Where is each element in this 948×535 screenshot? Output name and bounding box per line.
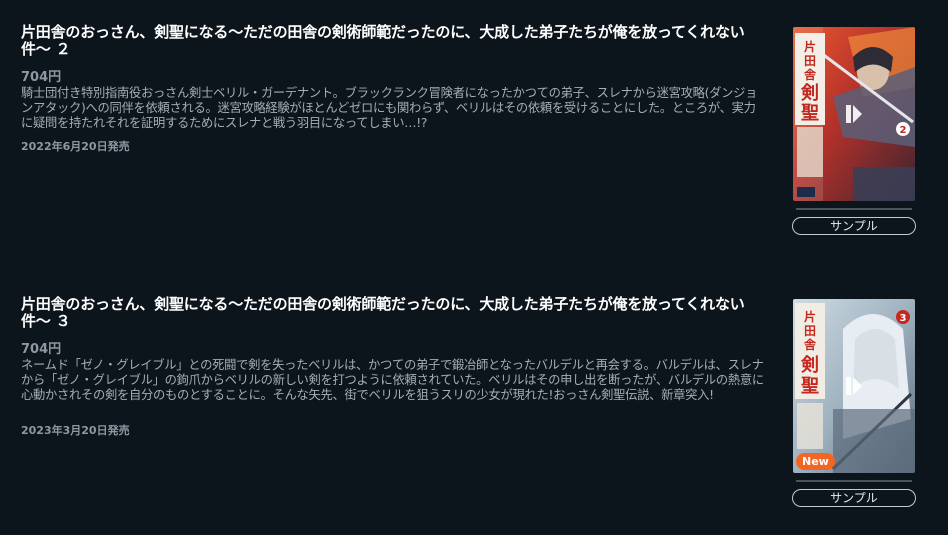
svg-text:片: 片: [804, 309, 816, 324]
play-pause-icon: [846, 377, 862, 395]
svg-text:舎: 舎: [804, 337, 817, 352]
divider: [796, 208, 912, 210]
new-badge: New: [796, 453, 835, 470]
svg-text:2: 2: [900, 125, 907, 136]
book-list: 片田舎のおっさん、剣聖になる～ただの田舎の剣術師範だったのに、大成した弟子たちが…: [0, 0, 948, 535]
book-price: 704円: [21, 342, 62, 357]
sample-button[interactable]: サンプル: [792, 489, 916, 507]
svg-text:剣: 剣: [800, 355, 819, 376]
sample-button[interactable]: サンプル: [792, 217, 916, 235]
book-description: 騎士団付き特別指南役おっさん剣士ベリル・ガーデナント。ブラックランク冒険者になっ…: [21, 86, 758, 130]
divider: [796, 480, 912, 482]
release-date: 2022年6月20日発売: [21, 140, 130, 153]
release-date: 2023年3月20日発売: [21, 424, 130, 437]
svg-text:聖: 聖: [801, 103, 819, 124]
svg-text:剣: 剣: [800, 83, 819, 104]
book-price: 704円: [21, 70, 62, 85]
svg-text:舎: 舎: [804, 67, 817, 82]
svg-text:聖: 聖: [801, 376, 819, 397]
book-title[interactable]: 片田舎のおっさん、剣聖になる～ただの田舎の剣術師範だったのに、大成した弟子たちが…: [21, 24, 751, 58]
svg-text:田: 田: [804, 324, 816, 338]
svg-text:田: 田: [804, 54, 816, 68]
play-pause-icon: [846, 105, 862, 123]
book-cover[interactable]: 片 田 舎 剣 聖 2: [793, 27, 915, 201]
svg-text:片: 片: [804, 39, 816, 54]
book-title[interactable]: 片田舎のおっさん、剣聖になる～ただの田舎の剣術師範だったのに、大成した弟子たちが…: [21, 296, 751, 330]
book-cover[interactable]: 片 田 舎 剣 聖 3 New: [793, 299, 915, 473]
book-description: ネームド「ゼノ・グレイブル」との死闘で剣を失ったベリルは、かつての弟子で鍛冶師と…: [21, 358, 764, 402]
svg-text:3: 3: [900, 313, 907, 324]
